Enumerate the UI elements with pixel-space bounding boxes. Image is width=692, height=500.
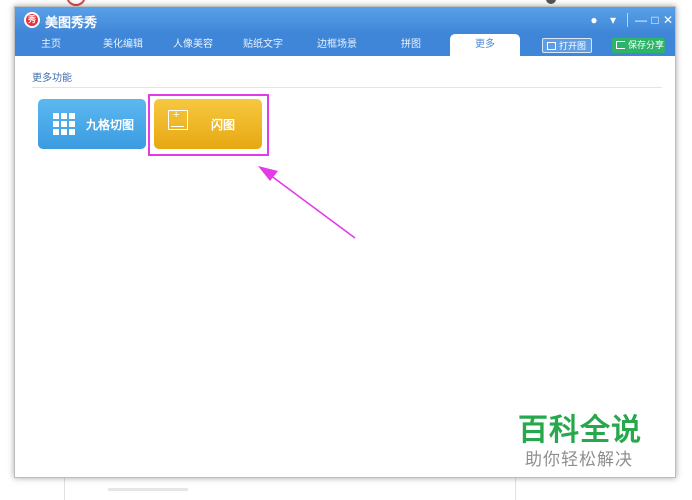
watermark-subtitle: 助你轻松解决 bbox=[525, 450, 633, 469]
annotation-arrow-shaft bbox=[269, 174, 356, 239]
watermark-title: 百科全说 bbox=[518, 414, 642, 447]
